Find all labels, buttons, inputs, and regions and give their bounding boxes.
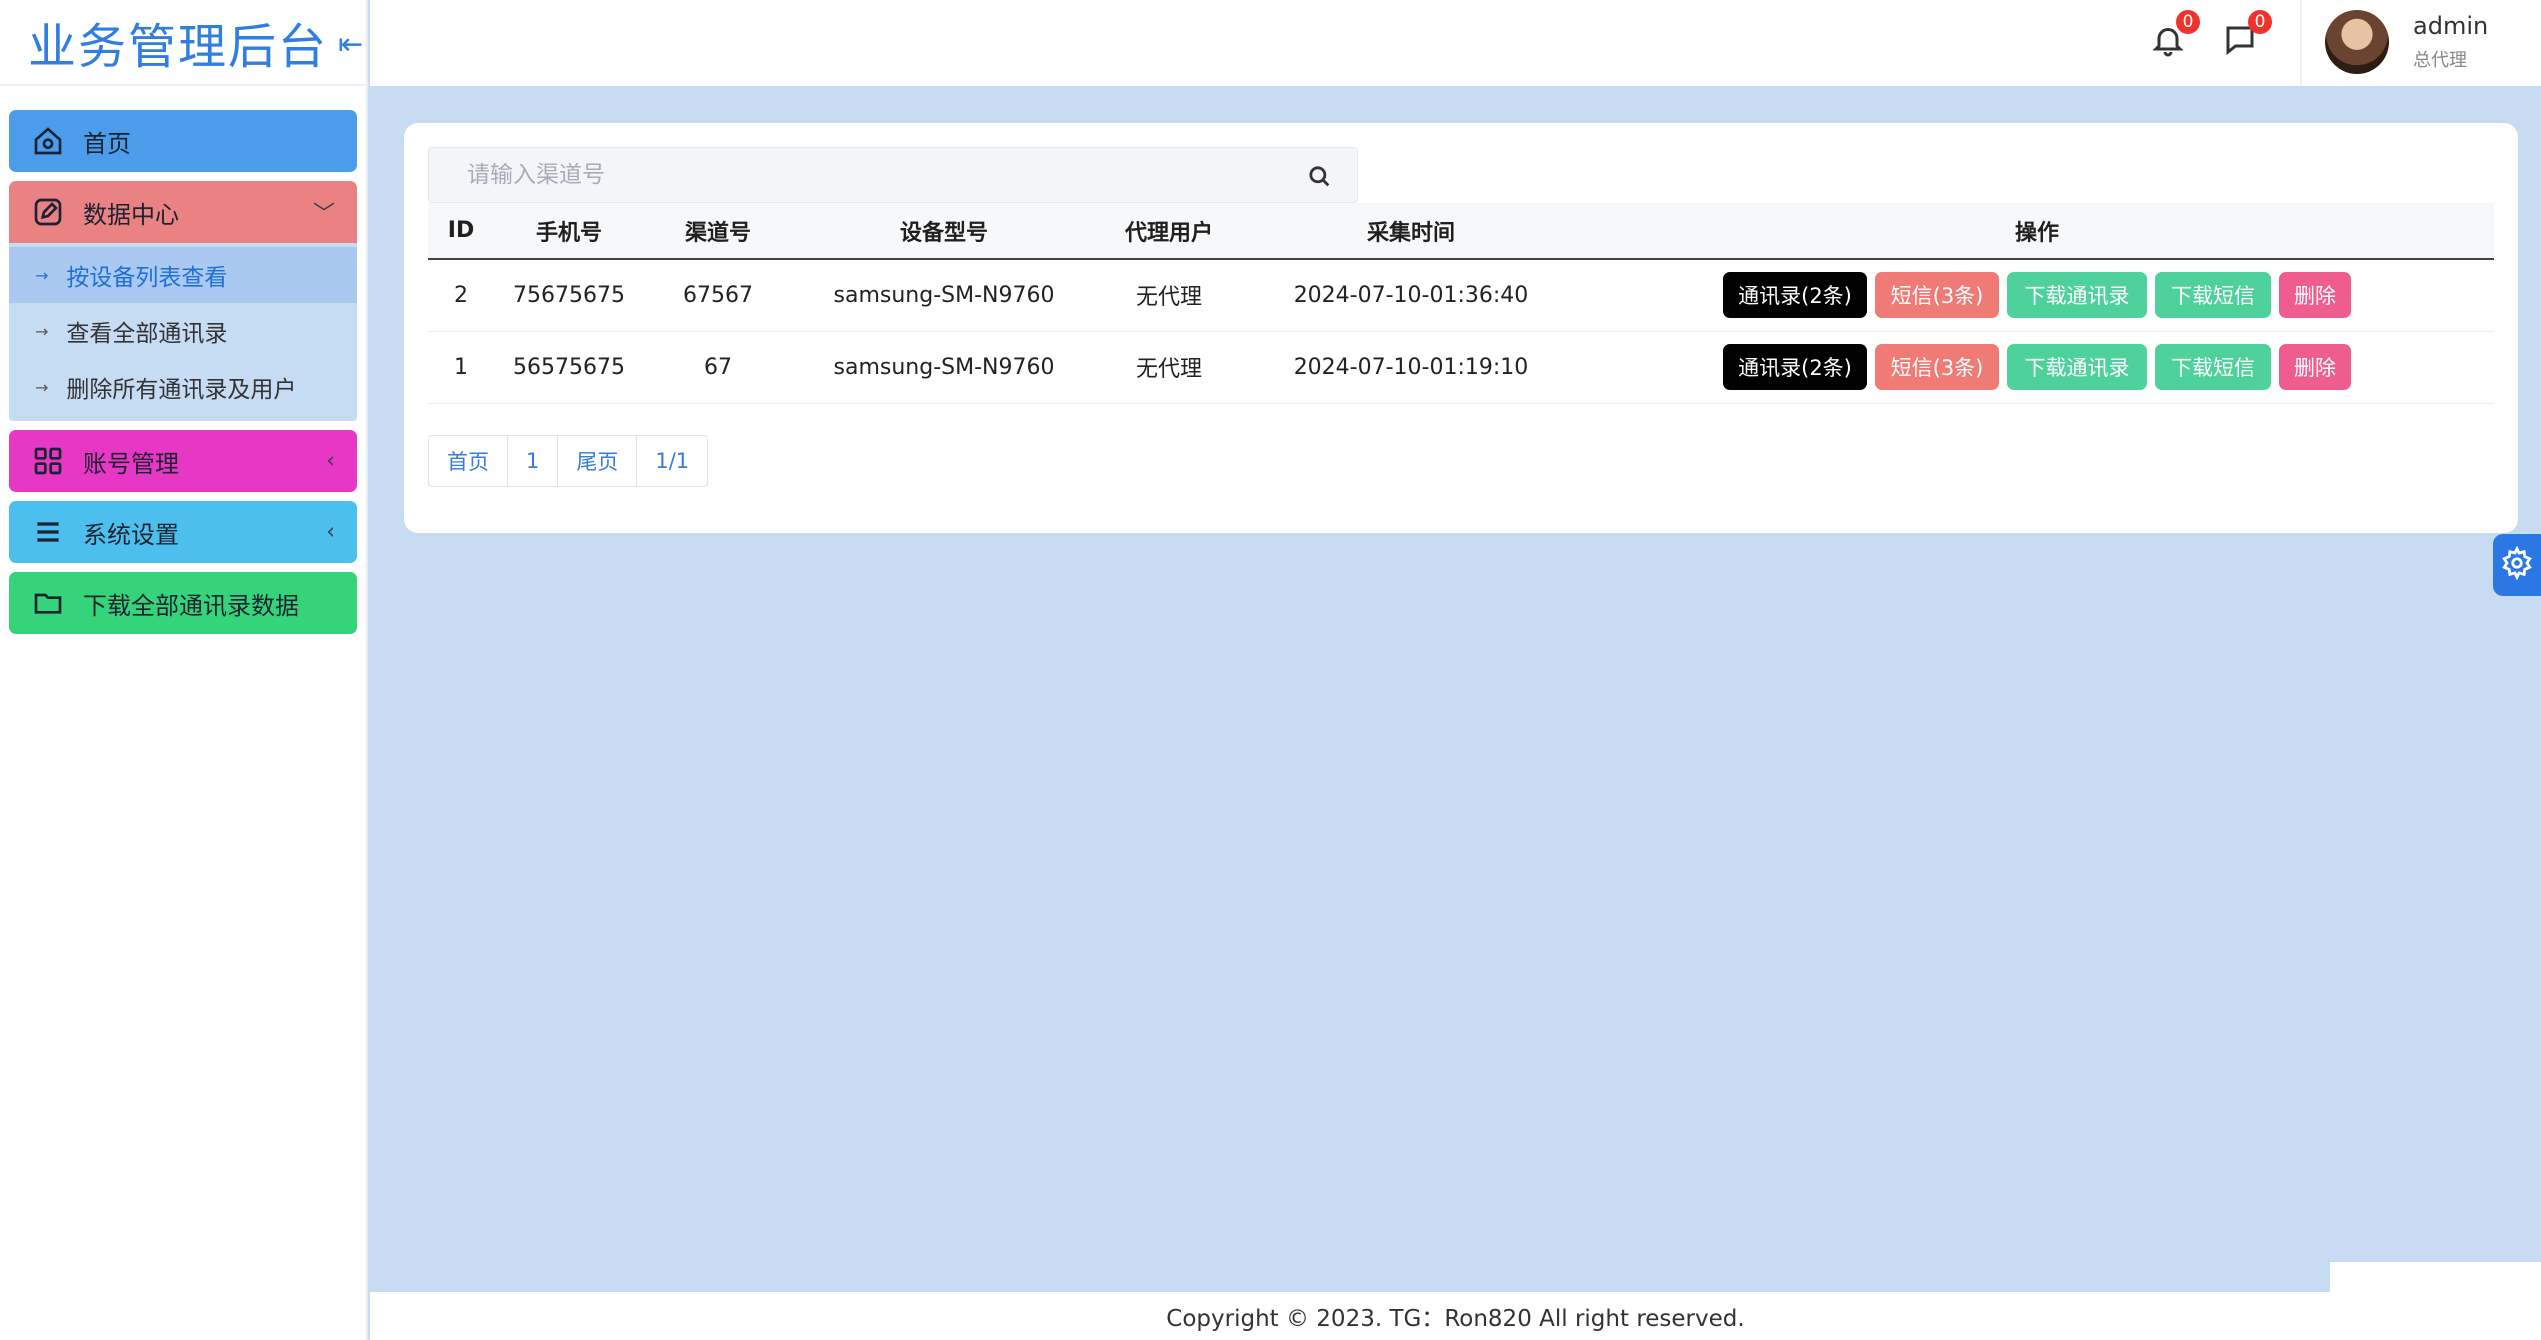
pagination-last[interactable]: 尾页 [558, 436, 638, 486]
submenu-item-delete-all[interactable]: → 删除所有通讯录及用户 [9, 359, 357, 415]
messages-badge: 0 [2248, 10, 2272, 34]
sidebar-item-label: 账号管理 [83, 449, 179, 478]
corner-patch [2330, 1262, 2541, 1294]
avatar[interactable] [2325, 10, 2389, 74]
folder-icon [31, 586, 65, 620]
gear-icon [2500, 545, 2534, 584]
pagination-first[interactable]: 首页 [429, 436, 508, 486]
cell-channel: 67 [704, 354, 732, 380]
delete-button[interactable]: 删除 [2279, 272, 2351, 319]
cell-id: 1 [454, 354, 468, 380]
cell-phone: 56575675 [513, 354, 625, 380]
column-header-time: 采集时间 [1366, 220, 1455, 246]
column-header-channel: 渠道号 [684, 220, 751, 246]
sms-button[interactable]: 短信(3条) [1875, 344, 1999, 390]
sidebar-item-system[interactable]: 系统设置 ‹ [9, 501, 357, 563]
home-icon [31, 124, 65, 158]
menu-icon [31, 515, 65, 549]
content-card: ID 手机号 渠道号 设备型号 代理用户 采集时间 操作 2 75675675 … [404, 123, 2518, 533]
cell-agent: 无代理 [1135, 285, 1202, 311]
settings-float-button[interactable] [2493, 534, 2541, 596]
submenu-item-label: 按设备列表查看 [66, 265, 228, 291]
pagination-page[interactable]: 1 [508, 436, 559, 486]
footer: Copyright © 2023. TG：Ron820 All right re… [370, 1292, 2541, 1340]
messages-button[interactable]: 0 [2222, 10, 2272, 62]
cell-device: samsung-SM-N9760 [833, 282, 1055, 308]
cell-time: 2024-07-10-01:36:40 [1293, 282, 1529, 308]
header-divider [2300, 0, 2302, 86]
search-input[interactable] [429, 148, 1289, 202]
brand: 业务管理后台 ⇤ [0, 0, 366, 86]
table-header-row: ID 手机号 渠道号 设备型号 代理用户 采集时间 操作 [428, 203, 2494, 259]
chat-icon [2222, 26, 2258, 62]
column-header-id: ID [447, 218, 475, 243]
sidebar-item-label: 首页 [83, 129, 131, 158]
submenu-item-device-list[interactable]: → 按设备列表查看 [9, 247, 357, 303]
submenu-item-all-contacts[interactable]: → 查看全部通讯录 [9, 303, 357, 359]
download-sms-button[interactable]: 下载短信 [2155, 272, 2271, 319]
sidebar-item-label: 数据中心 [83, 200, 179, 229]
sidebar-item-download-all[interactable]: 下载全部通讯录数据 [9, 572, 357, 634]
sidebar-nav: 首页 数据中心 ﹀ → 按设备列表查看 → 查看全部通讯录 → 删除所有通讯录及… [0, 86, 366, 634]
column-header-phone: 手机号 [535, 220, 602, 246]
contacts-button[interactable]: 通讯录(2条) [1723, 344, 1867, 390]
delete-button[interactable]: 删除 [2279, 344, 2351, 390]
grid-icon [31, 444, 65, 478]
cell-actions: 通讯录(2条) 短信(3条) 下载通讯录 下载短信 删除 [1580, 331, 2494, 403]
download-contacts-button[interactable]: 下载通讯录 [2007, 344, 2147, 390]
sidebar-item-account[interactable]: 账号管理 ‹ [9, 430, 357, 492]
download-sms-button[interactable]: 下载短信 [2155, 344, 2271, 390]
cell-id: 2 [454, 282, 468, 308]
bell-icon [2150, 28, 2186, 62]
notification-button[interactable]: 0 [2150, 10, 2200, 62]
search-box [428, 147, 1358, 203]
notification-badge: 0 [2176, 10, 2200, 34]
column-header-device: 设备型号 [899, 220, 988, 246]
cell-channel: 67567 [683, 282, 753, 308]
sms-button[interactable]: 短信(3条) [1875, 272, 1999, 319]
arrow-right-icon: → [35, 377, 49, 397]
submenu-item-label: 查看全部通讯录 [66, 321, 228, 347]
sidebar-item-home[interactable]: 首页 [9, 110, 357, 172]
sidebar-item-label: 下载全部通讯录数据 [83, 591, 299, 620]
pagination-info: 1/1 [655, 449, 690, 473]
arrow-right-icon: → [35, 265, 49, 285]
table-row: 1 56575675 67 samsung-SM-N9760 无代理 2024-… [428, 331, 2494, 403]
arrow-right-icon: → [35, 321, 49, 341]
cell-actions: 通讯录(2条) 短信(3条) 下载通讯录 下载短信 删除 [1580, 259, 2494, 331]
sidebar-item-label: 系统设置 [83, 520, 179, 549]
cell-device: samsung-SM-N9760 [833, 354, 1055, 380]
search-icon[interactable] [1305, 162, 1333, 190]
sidebar-collapse-icon[interactable]: ⇤ [338, 27, 363, 62]
cell-phone: 75675675 [513, 282, 625, 308]
copyright-text: Copyright © 2023. TG：Ron820 All right re… [1166, 1306, 1745, 1332]
cell-time: 2024-07-10-01:19:10 [1293, 354, 1529, 380]
contacts-button[interactable]: 通讯录(2条) [1723, 272, 1867, 319]
column-header-agent: 代理用户 [1124, 220, 1213, 246]
sidebar: 业务管理后台 ⇤ 首页 数据中心 ﹀ → 按设备列表查看 → 查看全部通讯录 →… [0, 0, 368, 1340]
edit-icon [31, 195, 65, 229]
pagination: 首页 1 尾页 1/1 [428, 435, 709, 487]
user-name[interactable]: admin [2413, 12, 2488, 40]
chevron-left-icon: ‹ [326, 519, 335, 545]
download-contacts-button[interactable]: 下载通讯录 [2007, 272, 2147, 319]
data-center-submenu: → 按设备列表查看 → 查看全部通讯录 → 删除所有通讯录及用户 [9, 243, 357, 421]
table-row: 2 75675675 67567 samsung-SM-N9760 无代理 20… [428, 259, 2494, 331]
top-header: 0 0 admin 总代理 [370, 0, 2541, 86]
chevron-left-icon: ‹ [326, 448, 335, 474]
sidebar-item-data-center[interactable]: 数据中心 ﹀ [9, 181, 357, 243]
column-header-actions: 操作 [2014, 220, 2059, 246]
brand-title: 业务管理后台 [28, 19, 329, 75]
submenu-item-label: 删除所有通讯录及用户 [66, 377, 297, 403]
user-role: 总代理 [2413, 50, 2467, 71]
cell-agent: 无代理 [1135, 357, 1202, 382]
device-table: ID 手机号 渠道号 设备型号 代理用户 采集时间 操作 2 75675675 … [428, 203, 2494, 404]
chevron-down-icon: ﹀ [312, 202, 335, 227]
